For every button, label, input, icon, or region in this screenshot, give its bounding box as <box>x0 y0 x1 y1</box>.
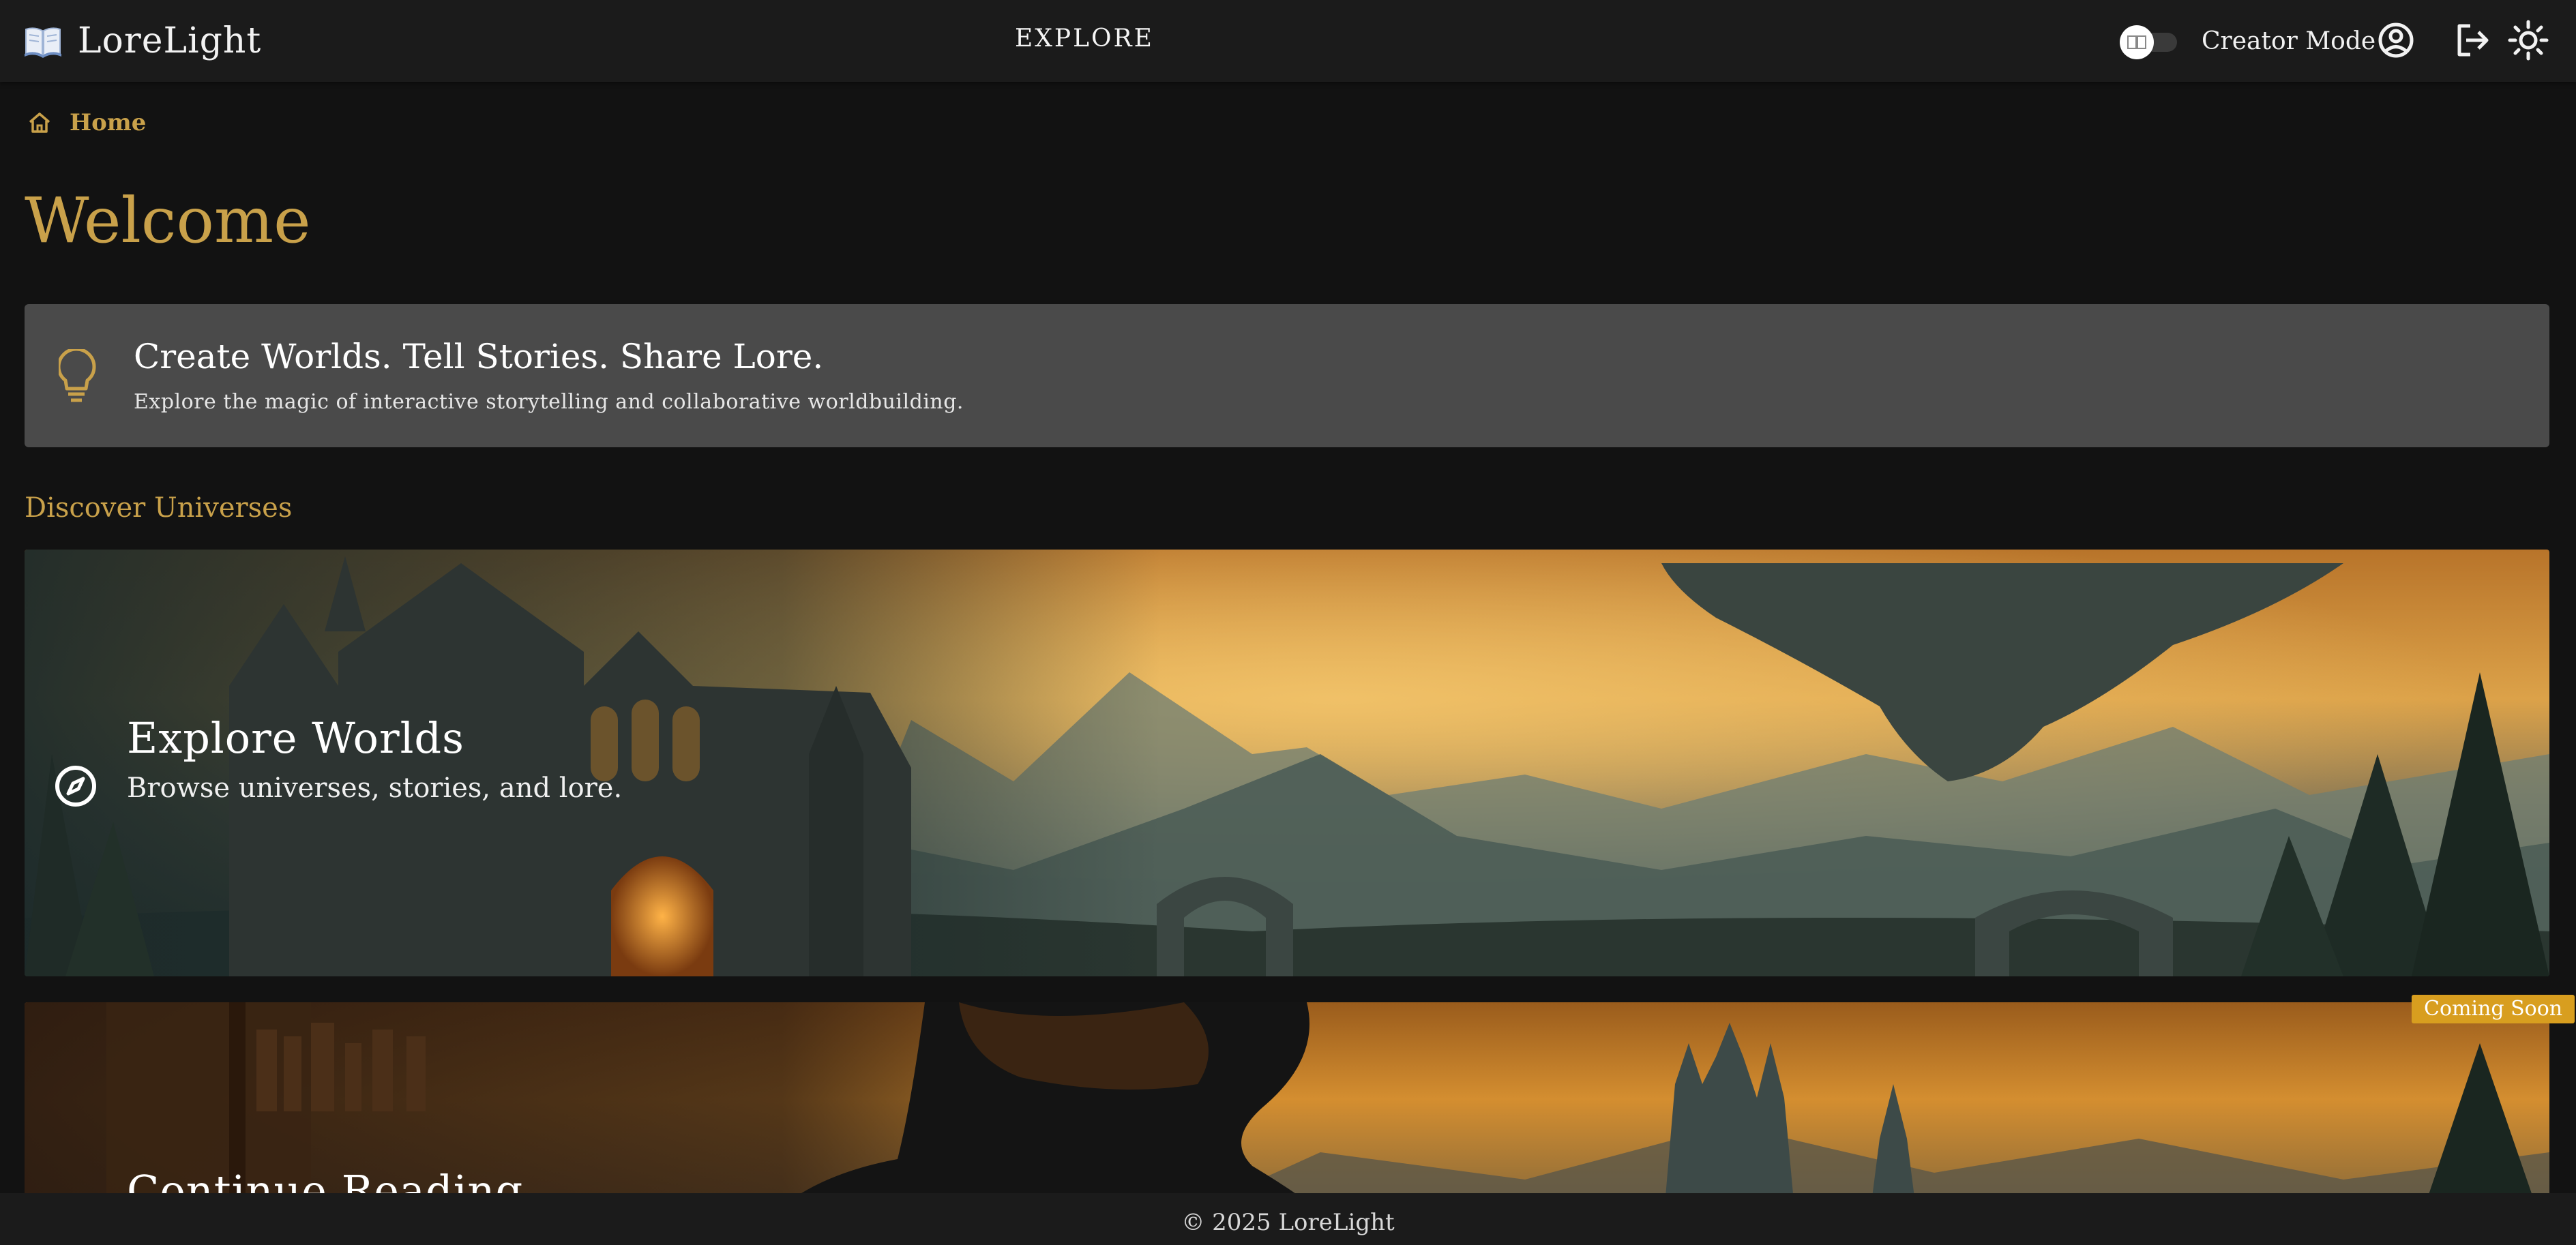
brand[interactable]: LoreLight <box>23 15 261 67</box>
top-bar: LoreLight EXPLORE Creator Mode <box>0 0 2576 82</box>
footer-copyright: © 2025 LoreLight <box>1181 1209 1395 1236</box>
logout-icon[interactable] <box>2451 19 2493 61</box>
tip-subtext: Explore the magic of interactive storyte… <box>134 390 964 414</box>
home-icon <box>29 112 50 133</box>
page-title: Welcome <box>25 184 311 257</box>
discover-section-title: Discover Universes <box>25 492 293 524</box>
breadcrumb-home: Home <box>70 109 147 136</box>
lightbulb-icon <box>59 349 96 402</box>
card-title: Explore Worlds <box>127 713 464 763</box>
open-book-icon <box>25 27 61 58</box>
book-mini-icon <box>2127 35 2146 49</box>
nav-explore-link[interactable]: EXPLORE <box>1015 25 1154 52</box>
explore-worlds-text: Explore Worlds Browse universes, stories… <box>127 713 622 804</box>
card-subtitle: Browse universes, stories, and lore. <box>127 772 623 804</box>
sun-icon[interactable] <box>2507 19 2549 61</box>
creator-mode-control: Creator Mode <box>2120 20 2375 61</box>
account-circle-icon[interactable] <box>2375 19 2417 61</box>
creator-mode-label: Creator Mode <box>2202 27 2376 55</box>
creator-mode-toggle[interactable] <box>2120 24 2181 59</box>
explore-worlds-card[interactable]: Explore Worlds Browse universes, stories… <box>25 550 2549 976</box>
toggle-thumb <box>2120 25 2154 59</box>
tip-banner: Create Worlds. Tell Stories. Share Lore.… <box>25 304 2549 447</box>
breadcrumb[interactable]: Home <box>26 109 146 136</box>
brand-name: LoreLight <box>78 20 262 61</box>
footer: © 2025 LoreLight <box>0 1193 2576 1245</box>
app-root: LoreLight EXPLORE Creator Mode Home Welc… <box>0 0 2576 1245</box>
coming-soon-badge: Coming Soon <box>2412 995 2575 1023</box>
compass-icon <box>55 766 96 807</box>
tip-heading: Create Worlds. Tell Stories. Share Lore. <box>134 337 824 376</box>
